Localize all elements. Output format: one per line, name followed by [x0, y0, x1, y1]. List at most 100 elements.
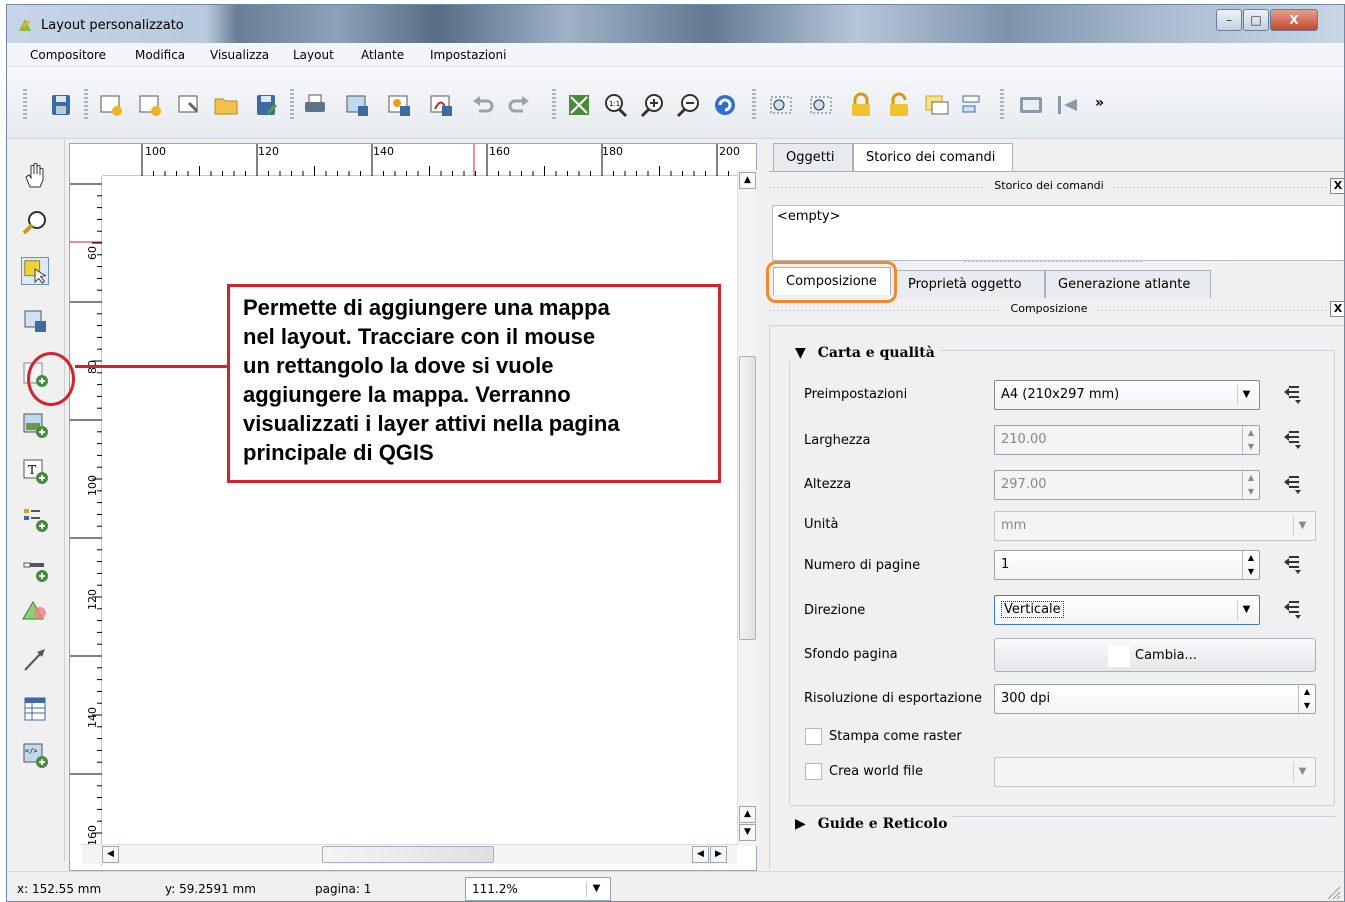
raise-icon[interactable]: [923, 91, 951, 119]
layout-canvas[interactable]: 100 120 140 160 180 200 60 80 100 120 14…: [69, 143, 757, 871]
pages-spinbox[interactable]: 1 ▲ ▼: [994, 550, 1260, 580]
preset-combo[interactable]: A4 (210x297 mm) ▼: [994, 380, 1260, 410]
open-template-icon[interactable]: [212, 91, 240, 119]
horizontal-scroll-thumb[interactable]: [322, 846, 494, 863]
add-legend-icon[interactable]: [21, 505, 49, 533]
horizontal-scrollbar[interactable]: ◀ ◀ ▶: [82, 844, 737, 864]
data-defined-icon[interactable]: [1281, 554, 1303, 576]
orientation-combo[interactable]: Verticale ▼: [994, 595, 1260, 625]
new-layout-icon[interactable]: [97, 91, 125, 119]
redo-icon[interactable]: [505, 91, 533, 119]
layout-manager-icon[interactable]: [175, 91, 203, 119]
add-scalebar-icon[interactable]: [21, 555, 49, 583]
spin-buttons[interactable]: ▲ ▼: [1242, 551, 1259, 579]
toolbar-grip[interactable]: [552, 89, 556, 121]
toolbar-grip[interactable]: [290, 89, 294, 121]
add-html-icon[interactable]: </>: [21, 741, 49, 769]
data-defined-icon[interactable]: [1281, 599, 1303, 621]
data-defined-icon[interactable]: [1281, 429, 1303, 451]
scroll-right-button[interactable]: ▶: [710, 846, 727, 863]
menu-impostazioni[interactable]: Impostazioni: [430, 48, 506, 62]
tab-oggetti[interactable]: Oggetti: [773, 143, 853, 171]
scroll-left-button[interactable]: ◀: [102, 846, 119, 863]
toolbar-grip[interactable]: [84, 89, 88, 121]
export-image-icon[interactable]: [343, 91, 371, 119]
menu-atlante[interactable]: Atlante: [361, 48, 404, 62]
scroll-up-button[interactable]: ▲: [739, 806, 756, 823]
lock-icon[interactable]: [847, 91, 875, 119]
add-shape-icon[interactable]: [21, 599, 49, 627]
unlock-icon[interactable]: [885, 91, 913, 119]
print-raster-checkbox[interactable]: [805, 728, 822, 745]
add-table-icon[interactable]: [21, 695, 49, 723]
save-template-icon[interactable]: [252, 91, 280, 119]
resolution-spinbox[interactable]: 300 dpi ▲ ▼: [994, 684, 1316, 714]
select-move-icon[interactable]: [21, 257, 49, 285]
close-history-dock-button[interactable]: X: [1330, 178, 1344, 194]
toolbar-grip[interactable]: [752, 89, 756, 121]
resize-grip-icon[interactable]: [1325, 884, 1341, 900]
print-icon[interactable]: [301, 91, 329, 119]
ungroup-icon[interactable]: [807, 91, 835, 119]
menu-modifica[interactable]: Modifica: [135, 48, 185, 62]
spin-buttons[interactable]: ▲ ▼: [1298, 685, 1315, 713]
toolbar-grip[interactable]: [1000, 89, 1004, 121]
change-background-button[interactable]: Cambia...: [994, 638, 1316, 672]
chevron-down-icon[interactable]: ▼: [1237, 385, 1255, 405]
collapse-triangle-icon[interactable]: ▼: [789, 345, 812, 361]
move-content-icon[interactable]: [21, 307, 49, 335]
chevron-down-icon[interactable]: ▼: [1237, 600, 1255, 620]
minimize-button[interactable]: –: [1216, 9, 1242, 31]
maximize-button[interactable]: □: [1243, 9, 1269, 31]
splitter-handle[interactable]: [964, 260, 1144, 262]
zoom-full-icon[interactable]: [565, 91, 593, 119]
toolbar-overflow-button[interactable]: »: [1095, 95, 1104, 111]
pan-icon[interactable]: [21, 161, 49, 189]
export-pdf-icon[interactable]: [427, 91, 455, 119]
zoom-tool-icon[interactable]: [21, 209, 49, 237]
horizontal-ruler[interactable]: 100 120 140 160 180 200: [102, 144, 740, 176]
world-file-checkbox[interactable]: [805, 763, 822, 780]
guides-header[interactable]: ▶ Guide e Reticolo: [789, 816, 954, 832]
zoom-in-icon[interactable]: [639, 91, 667, 119]
menu-visualizza[interactable]: Visualizza: [210, 48, 269, 62]
paper-quality-header[interactable]: ▼ Carta e qualità: [789, 345, 941, 361]
scroll-down-button[interactable]: ▼: [739, 824, 756, 841]
data-defined-icon[interactable]: [1281, 474, 1303, 496]
zoom-combo[interactable]: 111.2% ▼: [465, 877, 611, 901]
layout-page[interactable]: [103, 177, 737, 837]
tab-divider: [769, 171, 1344, 172]
add-arrow-icon[interactable]: [21, 645, 49, 673]
toolbar-grip[interactable]: [23, 89, 27, 121]
vertical-scrollbar[interactable]: ▲ ▲ ▼: [737, 170, 757, 846]
undo-icon[interactable]: [469, 91, 497, 119]
history-item[interactable]: <empty>: [777, 209, 1344, 224]
add-image-icon[interactable]: [21, 411, 49, 439]
export-svg-icon[interactable]: [385, 91, 413, 119]
history-list[interactable]: <empty>: [772, 205, 1344, 261]
vertical-scroll-thumb[interactable]: [739, 356, 756, 640]
refresh-icon[interactable]: [711, 91, 739, 119]
tab-proprieta-oggetto[interactable]: Proprietà oggetto: [895, 270, 1045, 298]
close-composition-dock-button[interactable]: X: [1330, 301, 1344, 317]
group-icon[interactable]: [767, 91, 795, 119]
tab-storico-comandi[interactable]: Storico dei comandi: [853, 143, 1013, 171]
first-feature-icon[interactable]: [1053, 91, 1081, 119]
data-defined-icon[interactable]: [1281, 384, 1303, 406]
align-icon[interactable]: [959, 91, 987, 119]
zoom-out-icon[interactable]: [675, 91, 703, 119]
chevron-down-icon[interactable]: ▼: [586, 881, 606, 897]
zoom-actual-icon[interactable]: 1:1: [601, 91, 629, 119]
expand-triangle-icon[interactable]: ▶: [789, 816, 812, 832]
menu-layout[interactable]: Layout: [293, 48, 334, 62]
add-label-icon[interactable]: T: [21, 457, 49, 485]
close-button[interactable]: X: [1270, 9, 1318, 31]
save-icon[interactable]: [47, 91, 75, 119]
tab-generazione-atlante[interactable]: Generazione atlante: [1045, 270, 1211, 298]
atlas-preview-icon[interactable]: [1017, 91, 1045, 119]
menu-compositore[interactable]: Compositore: [30, 48, 106, 62]
duplicate-layout-icon[interactable]: [136, 91, 164, 119]
scroll-up-button[interactable]: ▲: [739, 172, 756, 189]
vertical-ruler[interactable]: 60 80 100 120 140 160: [70, 176, 102, 866]
scroll-left-button[interactable]: ◀: [692, 846, 709, 863]
